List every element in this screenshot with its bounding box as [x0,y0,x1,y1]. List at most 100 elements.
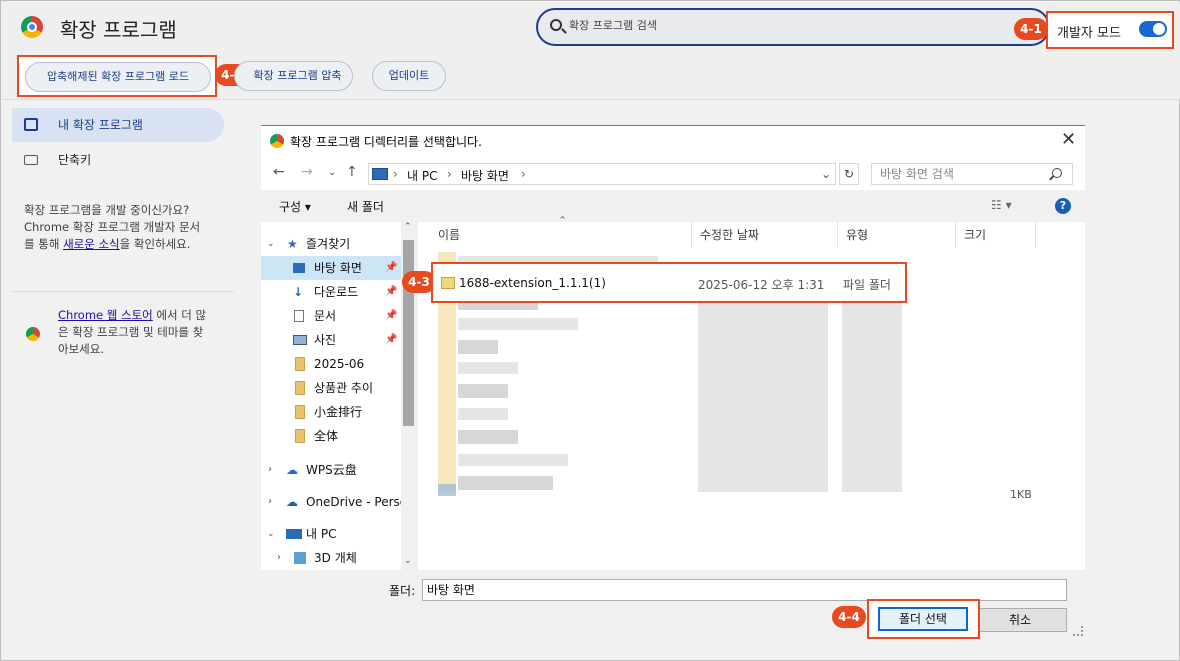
blurred-types [842,292,902,492]
nav-item-label: 내 PC [306,527,337,541]
web-store-link[interactable]: Chrome 웹 스토어 [58,308,153,322]
whats-new-link[interactable]: 새로운 소식 [63,237,120,251]
folder-icon [295,405,305,419]
scroll-up-icon[interactable]: ⌃ [404,222,412,232]
nav-item-label: 사진 [314,333,337,347]
file-date: 2025-06-12 오후 1:31 [698,278,825,292]
close-icon[interactable]: ✕ [1061,129,1076,150]
puzzle-icon [24,118,38,131]
nav-item-3d-objects[interactable]: › 3D 개체 [261,546,401,570]
dev-docs-text-part: 을 확인하세요. [119,237,191,251]
help-icon[interactable]: ? [1055,198,1071,214]
nav-item-label: 다운로드 [314,285,359,299]
chevron-down-icon: ⌄ [267,239,275,249]
blurred-row [458,430,518,444]
pc-icon [286,529,302,539]
load-unpacked-button[interactable]: 압축해제된 확장 프로그램 로드 [25,62,211,92]
pc-icon [372,168,388,180]
load-unpacked-highlight: 압축해제된 확장 프로그램 로드 [17,55,217,97]
sidebar-item-my-extensions[interactable]: 내 확장 프로그램 [12,108,224,142]
refresh-icon[interactable]: ↻ [839,163,859,185]
select-folder-highlight: 폴더 선택 [867,599,980,639]
column-header-name[interactable]: 이름 [430,222,692,248]
folder-search[interactable] [871,163,1073,185]
nav-item-label: 小金排行 [314,405,363,419]
nav-item-label: WPS云盘 [306,463,357,477]
pin-icon: 📌 [385,334,398,345]
nav-item-label: 2025-06 [314,357,365,371]
column-header-date[interactable]: 수정한 날짜 [692,222,838,248]
folder-search-input[interactable] [880,167,1050,181]
dialog-toolbar: 구성 ▾ 새 폴더 ☷ ▾ ? [261,190,1085,220]
nav-item-downloads[interactable]: ↓ 다운로드 📌 [261,280,401,304]
new-folder-button[interactable]: 새 폴더 [347,198,384,215]
keyboard-icon [24,155,38,165]
nav-item-pictures[interactable]: 사진 📌 [261,328,401,352]
file-name: 1688-extension_1.1.1(1) [459,276,606,290]
breadcrumb-item[interactable]: 바탕 화면 [461,167,509,184]
document-icon [294,310,304,322]
folder-icon [441,277,455,289]
chevron-right-icon: › [268,496,272,507]
nav-item-this-pc[interactable]: ⌄ 내 PC [261,522,401,546]
nav-item-label: 즐겨찾기 [306,237,351,251]
nav-item-documents[interactable]: 문서 📌 [261,304,401,328]
nav-item-folder[interactable]: 全体 [261,424,401,448]
desktop-icon [293,263,305,273]
column-header-type[interactable]: 유형 [838,222,956,248]
folder-input[interactable]: 바탕 화면 [422,579,1067,601]
sidebar-item-label: 내 확장 프로그램 [58,118,143,132]
resize-grip-icon[interactable] [1073,626,1083,636]
nav-item-folder[interactable]: 상품관 추이 [261,376,401,400]
nav-item-wps-cloud[interactable]: › ☁ WPS云盘 [261,458,401,482]
step-badge-4-1: 4-1 [1014,18,1048,40]
nav-item-folder[interactable]: 小金排行 [261,400,401,424]
blurred-row [458,476,553,490]
back-arrow-icon[interactable]: ← [273,164,285,180]
sidebar: 내 확장 프로그램 단축키 확장 프로그램을 개발 중이신가요? Chrome … [2,101,234,661]
nav-item-label: 상품관 추이 [314,381,374,395]
chevron-down-icon[interactable]: ⌄ [821,167,831,181]
nav-item-desktop[interactable]: 바탕 화면 📌 [261,256,401,280]
recent-dropdown-icon[interactable]: ⌄ [328,167,336,178]
chevron-right-icon: › [521,167,526,181]
nav-item-label: 3D 개체 [314,551,357,565]
cancel-button[interactable]: 취소 [973,608,1067,632]
dev-mode-toggle[interactable] [1139,21,1167,37]
breadcrumb-item[interactable]: 내 PC [407,167,437,184]
forward-arrow-icon[interactable]: → [301,164,313,180]
address-bar[interactable]: › 내 PC › 바탕 화면 › ⌄ [368,163,836,185]
blurred-row [458,340,498,354]
dev-mode-highlight: 개발자 모드 [1046,11,1174,49]
chevron-right-icon: › [447,167,452,181]
chevron-down-icon: ⌄ [267,529,275,539]
column-header-size[interactable]: 크기 [956,222,1036,248]
onedrive-icon: ☁ [286,495,298,509]
organize-button[interactable]: 구성 ▾ [279,198,311,215]
view-options-icon[interactable]: ☷ ▾ [991,198,1012,212]
blurred-row [458,362,518,374]
nav-item-favorites[interactable]: ⌄ ★ 즐겨찾기 [261,232,401,256]
sidebar-item-label: 단축키 [58,153,92,167]
sidebar-item-shortcuts[interactable]: 단축키 [12,143,224,177]
scrollbar-thumb[interactable] [403,240,414,426]
folder-icon [295,357,305,371]
chrome-store-icon [26,327,40,341]
scroll-down-icon[interactable]: ⌄ [404,556,412,566]
pack-extension-button[interactable]: 확장 프로그램 압축 [234,61,353,91]
sidebar-divider [12,291,234,292]
navigation-pane: ⌄ ★ 즐겨찾기 바탕 화면 📌 ↓ 다운로드 📌 문서 📌 사진 📌 2025… [261,222,416,570]
search-input[interactable] [569,19,1029,32]
nav-item-folder[interactable]: 2025-06 [261,352,401,376]
picture-icon [293,335,307,345]
update-button[interactable]: 업데이트 [372,61,446,91]
up-arrow-icon[interactable]: ↑ [346,164,358,180]
dev-mode-label: 개발자 모드 [1057,26,1121,41]
select-folder-button[interactable]: 폴더 선택 [878,607,968,631]
nav-item-label: 바탕 화면 [314,261,362,275]
extensions-search[interactable] [536,8,1050,46]
blurred-row [458,408,508,420]
download-icon: ↓ [293,285,304,299]
highlighted-folder-row[interactable]: 1688-extension_1.1.1(1) 2025-06-12 오후 1:… [431,262,907,303]
nav-item-onedrive[interactable]: › ☁ OneDrive - Person [261,490,401,514]
